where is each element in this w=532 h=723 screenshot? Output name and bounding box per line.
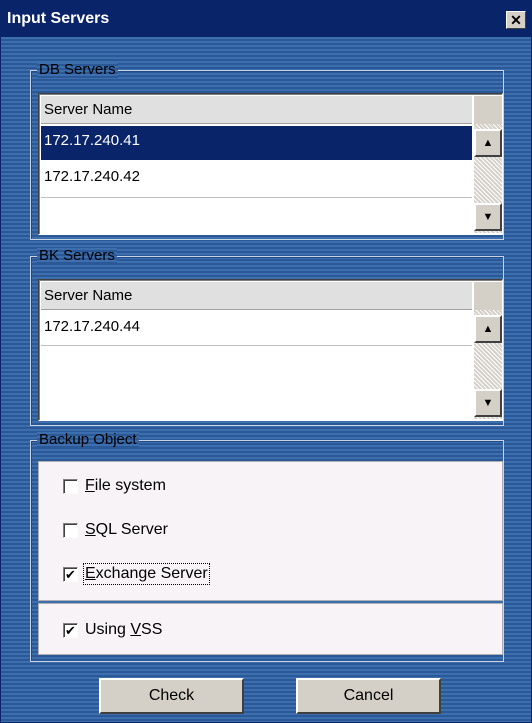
- bk-servers-legend: BK Servers: [37, 247, 117, 264]
- window-title: Input Servers: [7, 10, 110, 27]
- db-servers-group: DB Servers Server Name 172.17.240.41 172…: [30, 62, 504, 240]
- backup-object-options-panel: File system SQL Server ✔ Exchange Server: [38, 461, 503, 601]
- backup-object-group: Backup Object File system SQL Server ✔ E…: [30, 432, 504, 662]
- checkbox-box[interactable]: ✔: [63, 566, 78, 582]
- bk-servers-column-header[interactable]: Server Name: [41, 282, 472, 310]
- bk-server-row[interactable]: 172.17.240.44: [41, 312, 472, 346]
- scroll-down-button[interactable]: ▼: [474, 203, 502, 231]
- close-button[interactable]: ✕: [506, 11, 526, 29]
- scroll-down-button[interactable]: ▼: [474, 389, 502, 417]
- file-system-checkbox[interactable]: File system: [63, 476, 166, 496]
- input-servers-dialog: Input Servers ✕ DB Servers Server Name 1…: [0, 0, 532, 723]
- db-servers-scrollbar[interactable]: ▲ ▼: [474, 96, 502, 233]
- check-button[interactable]: Check: [99, 678, 244, 714]
- scroll-down-icon: ▼: [482, 397, 494, 409]
- checkmark-icon: ✔: [65, 566, 76, 582]
- using-vss-label: Using VSS: [85, 621, 163, 638]
- sql-server-label: SQL Server: [85, 521, 168, 538]
- bk-servers-list[interactable]: Server Name 172.17.240.44 ▲ ▼: [38, 279, 503, 421]
- db-servers-list[interactable]: Server Name 172.17.240.41 172.17.240.42 …: [38, 93, 503, 235]
- title-bar[interactable]: Input Servers ✕: [1, 1, 531, 37]
- db-server-row[interactable]: 172.17.240.42: [41, 162, 472, 198]
- scroll-up-button[interactable]: ▲: [474, 315, 502, 343]
- db-server-row[interactable]: 172.17.240.41: [41, 126, 472, 160]
- checkbox-box[interactable]: [63, 478, 78, 494]
- vss-panel: ✔ Using VSS: [38, 603, 503, 655]
- checkbox-box[interactable]: ✔: [63, 622, 78, 638]
- scroll-up-icon: ▲: [482, 137, 494, 149]
- checkmark-icon: ✔: [65, 622, 76, 638]
- file-system-label: File system: [85, 477, 166, 494]
- exchange-server-checkbox[interactable]: ✔ Exchange Server: [63, 563, 210, 585]
- db-servers-legend: DB Servers: [37, 61, 118, 78]
- scrollbar-corner: [474, 96, 502, 124]
- scrollbar-corner: [474, 282, 502, 310]
- close-icon: ✕: [510, 12, 522, 28]
- bk-servers-group: BK Servers Server Name 172.17.240.44 ▲ ▼: [30, 248, 504, 426]
- scroll-up-button[interactable]: ▲: [474, 129, 502, 157]
- exchange-server-label: Exchange Server: [83, 563, 210, 585]
- using-vss-checkbox[interactable]: ✔ Using VSS: [63, 620, 162, 640]
- scroll-down-icon: ▼: [482, 211, 494, 223]
- backup-object-legend: Backup Object: [37, 431, 139, 448]
- bk-servers-scrollbar[interactable]: ▲ ▼: [474, 282, 502, 419]
- db-servers-column-header[interactable]: Server Name: [41, 96, 472, 124]
- checkbox-box[interactable]: [63, 522, 78, 538]
- sql-server-checkbox[interactable]: SQL Server: [63, 520, 168, 540]
- cancel-button[interactable]: Cancel: [296, 678, 441, 714]
- scroll-up-icon: ▲: [482, 323, 494, 335]
